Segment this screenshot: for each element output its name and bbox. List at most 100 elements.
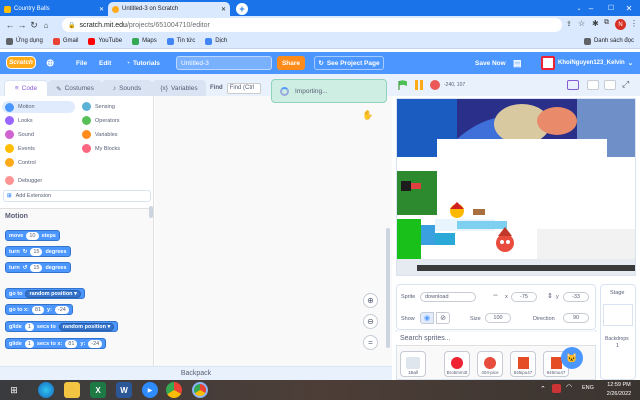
network-icon[interactable]: ◠ bbox=[566, 383, 572, 391]
bookmark-star-icon[interactable]: ☆ bbox=[578, 19, 585, 28]
reading-list[interactable]: Danh sách đọc bbox=[583, 37, 634, 45]
category-control[interactable]: Control bbox=[5, 158, 36, 167]
tray-overflow-icon[interactable]: ⌃ bbox=[540, 385, 546, 393]
home-icon[interactable]: ⌂ bbox=[40, 18, 52, 32]
bookmark-maps[interactable]: Maps bbox=[132, 37, 157, 45]
address-bar[interactable]: 🔒 scratch.mit.edu/projects/651004710/edi… bbox=[62, 18, 562, 32]
bookmark-translate[interactable]: Dịch bbox=[205, 37, 227, 45]
close-icon[interactable]: ✕ bbox=[221, 6, 226, 13]
steps-input[interactable]: 10 bbox=[26, 231, 39, 240]
category-operators[interactable]: Operators bbox=[82, 116, 119, 125]
degrees-input[interactable]: 15 bbox=[30, 263, 43, 272]
sprite-tile[interactable]: 404-pice bbox=[477, 351, 503, 377]
sprite-tile[interactable]: 845ipu47 bbox=[510, 351, 536, 377]
add-sprite-cat-button[interactable]: 🐱 bbox=[561, 347, 583, 369]
zoom-in-icon[interactable]: ⊕ bbox=[363, 293, 378, 308]
find-input[interactable]: Find (Ctrl bbox=[226, 82, 261, 94]
workspace-scrollbar[interactable] bbox=[386, 228, 390, 348]
block-glide-to[interactable]: glide 1 secs to random position ▾ bbox=[5, 321, 119, 332]
tab-costumes[interactable]: ✎ Costumes bbox=[48, 80, 102, 96]
extensions-puzzle-icon[interactable]: ⧉ bbox=[604, 19, 609, 27]
edit-menu[interactable]: Edit bbox=[99, 52, 111, 74]
fullscreen-icon[interactable]: ⤢ bbox=[622, 79, 629, 90]
zoom-reset-icon[interactable]: = bbox=[363, 335, 378, 350]
file-explorer-icon[interactable] bbox=[64, 382, 80, 398]
tab-sounds[interactable]: ♪ Sounds bbox=[102, 80, 152, 96]
stop-icon[interactable] bbox=[430, 80, 440, 90]
file-menu[interactable]: File bbox=[76, 52, 87, 74]
y-input[interactable]: -33 bbox=[563, 292, 589, 302]
bookmark-youtube[interactable]: YouTube bbox=[88, 37, 122, 45]
sprite-name-input[interactable]: download bbox=[420, 292, 476, 302]
direction-input[interactable]: 90 bbox=[563, 313, 589, 323]
edge-icon[interactable] bbox=[38, 382, 54, 398]
palette-scrollbar[interactable] bbox=[149, 206, 153, 218]
forward-icon[interactable]: → bbox=[16, 18, 28, 32]
zoom-out-icon[interactable]: ⊖ bbox=[363, 314, 378, 329]
chrome-active-icon[interactable] bbox=[192, 382, 208, 398]
secs-input[interactable]: 1 bbox=[24, 322, 34, 331]
normal-stage-icon[interactable] bbox=[587, 80, 599, 90]
category-variables[interactable]: Variables bbox=[82, 130, 118, 139]
category-sensing[interactable]: Sensing bbox=[82, 102, 115, 111]
clock[interactable]: 12:59 PM 2/26/2022 bbox=[598, 381, 640, 399]
close-window-icon[interactable]: ✕ bbox=[618, 0, 640, 16]
backpack[interactable]: Backpack bbox=[0, 366, 392, 380]
profile-avatar[interactable]: N bbox=[615, 19, 626, 30]
stage-target-panel[interactable] bbox=[600, 284, 636, 380]
share-page-icon[interactable]: ⇪ bbox=[566, 20, 572, 28]
category-looks[interactable]: Looks bbox=[5, 116, 33, 125]
x-input[interactable]: 81 bbox=[31, 305, 44, 314]
secs-input[interactable]: 1 bbox=[24, 339, 34, 348]
bookmark-apps[interactable]: Ứng dụng bbox=[6, 37, 43, 45]
tutorials-button[interactable]: ◔ Tutorials bbox=[126, 52, 160, 74]
user-menu[interactable]: KhoiNguyen123_Kelvin ⌄ bbox=[541, 52, 633, 74]
see-project-page-button[interactable]: ↻ See Project Page bbox=[314, 56, 384, 70]
degrees-input[interactable]: 15 bbox=[30, 247, 43, 256]
category-motion[interactable]: Motion bbox=[2, 101, 75, 113]
show-visible-icon[interactable]: ◉ bbox=[420, 312, 434, 324]
save-now-button[interactable]: Save Now bbox=[475, 52, 506, 74]
block-move-steps[interactable]: move 10 steps bbox=[5, 230, 60, 241]
block-go-to-xy[interactable]: go to x: 81 y: -24 bbox=[5, 304, 73, 315]
reload-icon[interactable]: ↻ bbox=[28, 18, 40, 32]
share-button[interactable]: Share bbox=[277, 56, 305, 70]
block-turn-left[interactable]: turn ↺ 15 degrees bbox=[5, 262, 71, 273]
category-my-blocks[interactable]: My Blocks bbox=[82, 144, 120, 153]
stage-canvas[interactable] bbox=[396, 98, 636, 276]
category-events[interactable]: Events bbox=[5, 144, 35, 153]
scratch-logo[interactable]: Scratch bbox=[6, 56, 36, 69]
sprite-tile[interactable]: 1Ball bbox=[400, 351, 426, 377]
language-globe-icon[interactable]: ⊕ bbox=[46, 52, 54, 74]
y-input[interactable]: -24 bbox=[54, 305, 69, 314]
add-extension-button[interactable]: ⊞ Add Extension bbox=[3, 190, 151, 202]
project-title-input[interactable]: Untitled-3 bbox=[176, 56, 272, 70]
small-stage-icon[interactable] bbox=[567, 80, 579, 90]
block-turn-right[interactable]: turn ↻ 15 degrees bbox=[5, 246, 71, 257]
medium-stage-icon[interactable] bbox=[604, 80, 616, 90]
excel-icon[interactable]: X bbox=[90, 382, 106, 398]
tray-app-icon[interactable] bbox=[552, 384, 561, 393]
x-input[interactable]: 81 bbox=[65, 339, 78, 348]
language-indicator[interactable]: ENG bbox=[582, 385, 594, 391]
new-tab-button[interactable]: + bbox=[236, 3, 248, 15]
category-debugger[interactable]: Debugger bbox=[5, 176, 42, 185]
bookmark-gmail[interactable]: Gmail bbox=[52, 37, 78, 45]
glide-target-dropdown[interactable]: random position ▾ bbox=[58, 322, 115, 331]
chrome-icon[interactable] bbox=[166, 382, 182, 398]
tab-variables[interactable]: {x} Variables bbox=[152, 80, 206, 96]
green-flag-icon[interactable] bbox=[398, 80, 408, 90]
code-workspace[interactable] bbox=[155, 96, 392, 366]
close-icon[interactable]: ✕ bbox=[99, 6, 104, 13]
y-input[interactable]: -24 bbox=[88, 339, 103, 348]
browser-tab-scratch[interactable]: Untitled-3 on Scratch ✕ bbox=[108, 2, 230, 16]
x-input[interactable]: -75 bbox=[511, 292, 537, 302]
zoom-icon[interactable]: ▶ bbox=[142, 382, 158, 398]
block-go-to[interactable]: go to random position ▾ bbox=[5, 288, 85, 299]
windows-start-icon[interactable]: ⊞ bbox=[6, 382, 22, 398]
sprite-search-input[interactable]: Search sprites... bbox=[396, 332, 596, 346]
my-stuff-icon[interactable]: ▤ bbox=[513, 52, 522, 74]
word-icon[interactable]: W bbox=[116, 382, 132, 398]
extension-icon[interactable]: ✱ bbox=[592, 19, 599, 28]
browser-tab-country-balls[interactable]: Country Balls ✕ bbox=[0, 2, 108, 16]
